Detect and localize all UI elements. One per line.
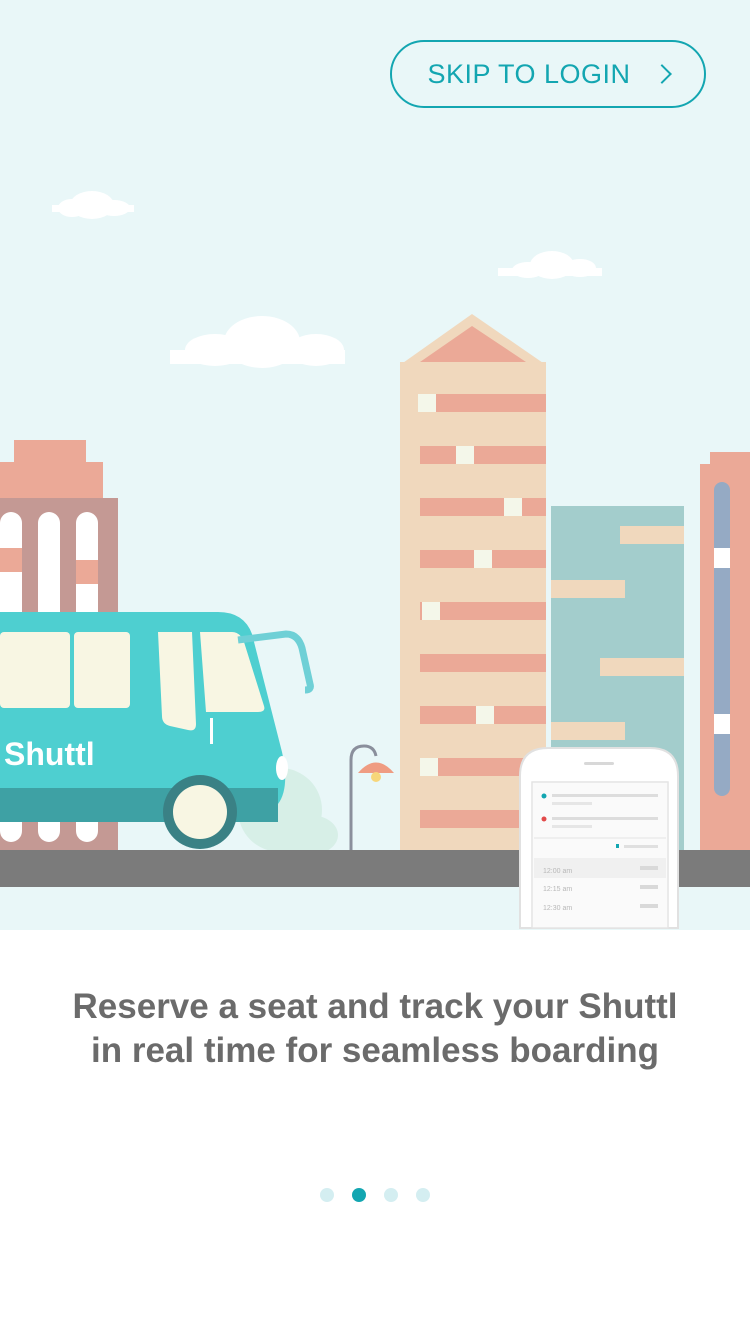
skip-to-login-button[interactable]: SKIP TO LOGIN [390,40,706,108]
pagination-dots [0,1188,750,1202]
onboarding-caption: Reserve a seat and track your Shuttl in … [40,985,710,1073]
chevron-right-icon [651,64,672,84]
caption-line-1: Reserve a seat and track your Shuttl [72,987,678,1026]
phone-time-2: 12:15 am [543,886,572,893]
page-dot[interactable] [416,1188,430,1202]
shuttl-bus: Shuttl [0,612,314,849]
page-dot[interactable] [320,1188,334,1202]
cloud-icon [52,191,134,219]
cloud-icon [498,251,602,279]
city-scene-graphic: Shuttl 12:00 am 12:15 am 12:30 am [0,191,750,929]
phone-graphic: 12:00 am 12:15 am 12:30 am [519,747,679,929]
cloud-icon [170,316,345,368]
onboarding-illustration: Shuttl 12:00 am 12:15 am 12:30 am SKIP T… [0,0,750,930]
skip-to-login-label: SKIP TO LOGIN [427,58,631,89]
bus-brand-text: Shuttl [4,736,95,772]
page-dot[interactable] [352,1188,366,1202]
caption-line-2: in real time for seamless boarding [91,1031,659,1070]
right-building [700,452,750,852]
page-dot[interactable] [384,1188,398,1202]
street-lamp [349,744,394,852]
phone-time-3: 12:30 am [543,905,572,912]
phone-time-1: 12:00 am [543,868,572,875]
